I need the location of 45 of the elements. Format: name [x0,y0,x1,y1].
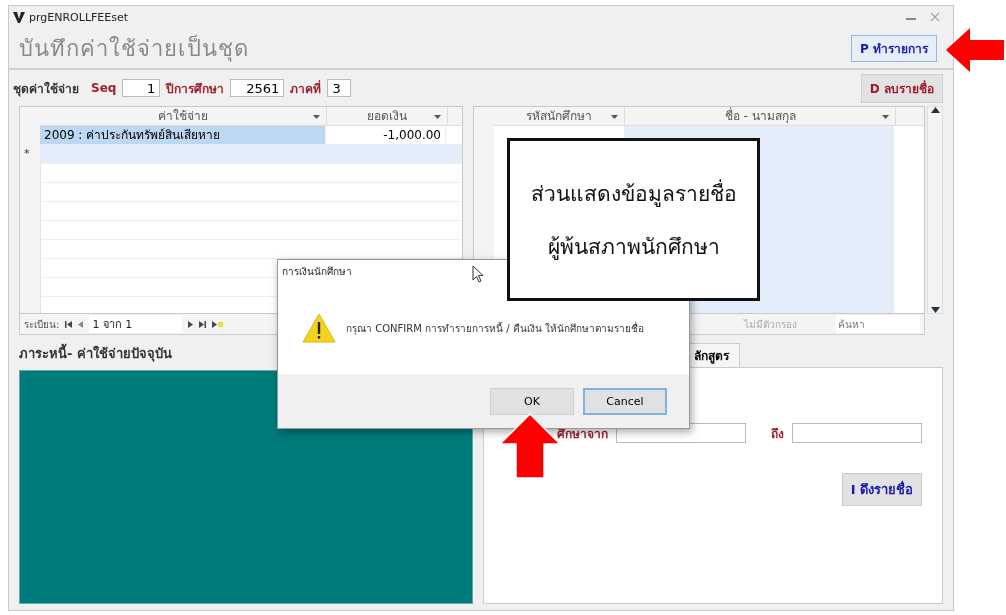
arrow-icon [946,28,1004,72]
dropdown-arrow-icon[interactable] [434,115,441,119]
window-title: prgENROLLFEEset [29,10,129,24]
table-cell: -1,000.00 [326,126,446,144]
input-field[interactable]: 2561 [230,79,285,97]
next-record-icon[interactable] [188,320,194,328]
fee-set-label: ชุดค่าใช้จ่าย [13,80,79,98]
last-record-icon[interactable] [199,320,207,328]
input-field[interactable]: 3 [327,79,352,97]
field-label: ปีการศึกษา [166,80,225,98]
column-header[interactable]: ชื่อ - นามสกุล [625,107,897,125]
input-field[interactable]: 1 [122,79,161,97]
dialog-title: การเงินนักศึกษา [282,264,352,279]
previous-record-icon[interactable] [78,320,84,328]
field-label: ภาคที่ [290,79,322,98]
table-cell: 2009 : ค่าประกันทรัพย์สินเสียหาย [40,126,326,144]
new-row-marker: * [24,146,30,162]
warning-icon [302,313,336,343]
column-header[interactable]: รหัสนักศึกษา [494,107,626,125]
from-label: ศึกษาจาก [556,425,609,443]
vertical-scrollbar[interactable] [927,106,943,314]
section-title: ภาระหนี้- ค่าใช้จ่ายปัจจุบัน [19,343,473,364]
record-position[interactable]: 1 จาก 1 [89,315,183,333]
callout-text: ผู้พ้นสภาพนักศึกษา [547,233,720,262]
column-header[interactable]: ยอดเงิน [327,107,448,125]
scroll-up-icon[interactable] [930,107,940,113]
new-record-icon[interactable] [212,320,224,328]
dialog-button[interactable]: Cancel [583,387,667,415]
dropdown-arrow-icon[interactable] [313,115,320,119]
first-record-icon[interactable] [65,320,73,328]
process-button[interactable]: P ทำรายการ [851,34,937,62]
to-label: ถึง [770,425,784,443]
dropdown-arrow-icon[interactable] [611,115,619,119]
form-title: บันทึกค่าใช้จ่ายเป็นชุด [19,33,250,64]
mouse-cursor-icon [472,265,484,283]
dialog-button[interactable]: OK [490,387,574,415]
scroll-down-icon[interactable] [930,307,940,313]
record-label: ระเบียน: [24,317,60,332]
field-label: Seq [91,81,117,95]
fetch-names-button[interactable]: I ดึงรายชื่อ [841,473,922,506]
delete-names-button[interactable]: D ลบรายชื่อ [860,73,943,103]
input-field[interactable] [792,423,922,443]
column-header[interactable]: ค่าใช้จ่าย [40,107,327,125]
callout-text: ส่วนแสดงข้อมูลรายชื่อ [530,178,737,209]
dropdown-arrow-icon[interactable] [882,115,890,119]
